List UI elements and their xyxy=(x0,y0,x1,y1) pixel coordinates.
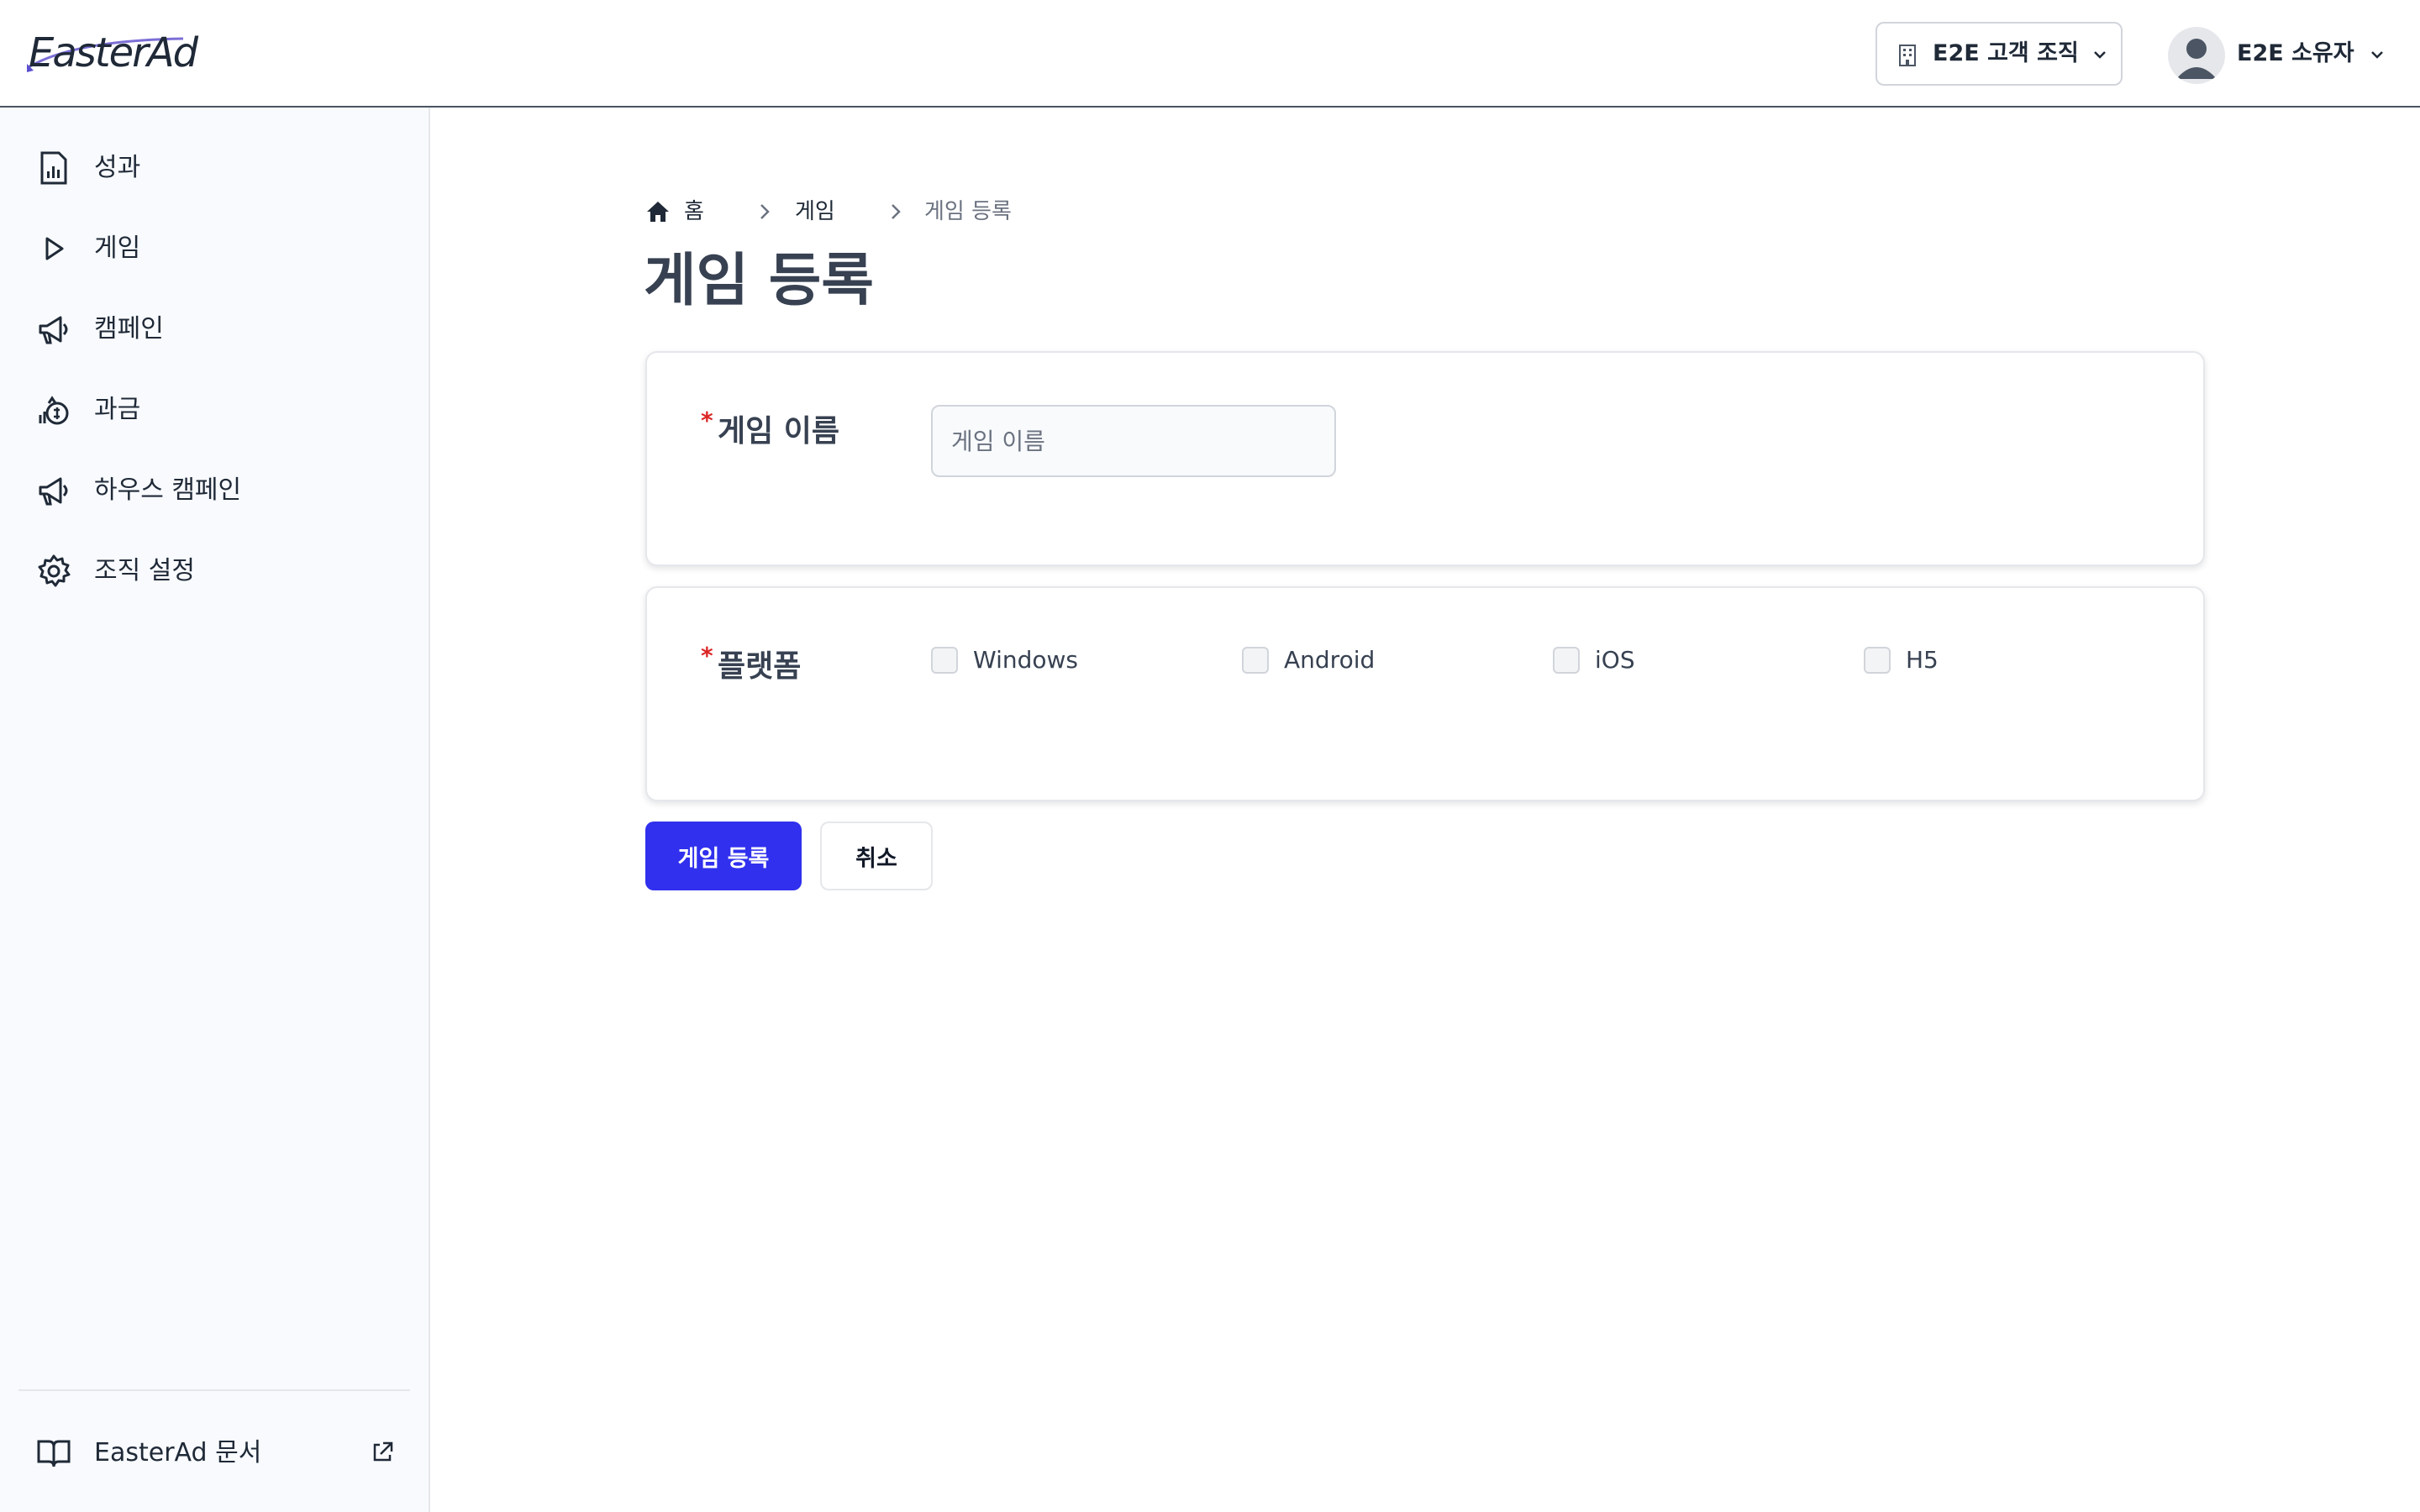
breadcrumb-home[interactable]: 홈 xyxy=(684,193,704,230)
game-name-label: 게임 이름 xyxy=(718,414,840,449)
register-game-button[interactable]: 게임 등록 xyxy=(645,822,802,890)
checkbox-box[interactable] xyxy=(1553,647,1580,674)
checkbox-label: H5 xyxy=(1906,646,1939,674)
platform-checkbox-ios[interactable]: iOS xyxy=(1553,643,1721,677)
report-chart-icon xyxy=(40,151,67,185)
checkbox-label: Windows xyxy=(973,646,1078,674)
docs-link-label: EasterAd 문서 xyxy=(94,1438,262,1467)
required-marker: * xyxy=(701,407,713,434)
page-title: 게임 등록 xyxy=(644,248,874,314)
megaphone-icon xyxy=(39,316,68,344)
sidebar-item-label: 캠페인 xyxy=(94,314,164,344)
chevron-right-icon xyxy=(892,204,901,219)
play-icon xyxy=(45,237,64,260)
megaphone-icon xyxy=(39,477,68,506)
platform-checkbox-windows[interactable]: Windows xyxy=(931,643,1133,677)
easterad-docs-link[interactable]: EasterAd 문서 xyxy=(18,1418,413,1488)
coins-icon xyxy=(39,396,69,425)
chevron-down-icon xyxy=(2371,51,2383,59)
breadcrumb-current: 게임 등록 xyxy=(924,199,1012,224)
sidebar-item-org-settings[interactable]: 조직 설정 xyxy=(18,536,413,606)
checkbox-box[interactable] xyxy=(1242,647,1269,674)
platform-checkbox-h5[interactable]: H5 xyxy=(1864,643,2032,677)
sidebar-item-games[interactable]: 게임 xyxy=(18,213,413,284)
breadcrumb-games[interactable]: 게임 xyxy=(795,193,835,230)
top-bar: EasterAd E2E 고객 조직 E2E 소유자 xyxy=(0,0,2420,108)
required-marker: * xyxy=(701,642,713,669)
platform-label: 플랫폼 xyxy=(718,649,802,684)
sidebar-item-label: 조직 설정 xyxy=(94,556,195,585)
platform-checkbox-android[interactable]: Android xyxy=(1242,643,1444,677)
chevron-right-icon xyxy=(760,204,770,219)
avatar-icon xyxy=(2168,27,2225,84)
sidebar-item-label: 하우스 캠페인 xyxy=(94,475,242,505)
user-menu[interactable]: E2E 소유자 xyxy=(2168,24,2395,87)
logo-text: EasterAd xyxy=(29,29,198,76)
sidebar-item-label: 성과 xyxy=(94,153,141,182)
game-name-card: * 게임 이름 xyxy=(645,351,2205,566)
easterad-logo[interactable]: EasterAd xyxy=(27,25,198,81)
external-link-icon xyxy=(373,1441,393,1462)
checkbox-label: iOS xyxy=(1595,646,1635,674)
checkbox-label: Android xyxy=(1284,646,1376,674)
sidebar-item-performance[interactable]: 성과 xyxy=(18,133,413,203)
breadcrumb: 홈 게임 게임 등록 xyxy=(645,193,1150,230)
sidebar-item-house-campaigns[interactable]: 하우스 캠페인 xyxy=(18,455,413,526)
building-icon xyxy=(1899,45,1916,66)
sidebar-item-label: 게임 xyxy=(94,234,141,263)
checkbox-box[interactable] xyxy=(1864,647,1891,674)
home-icon[interactable] xyxy=(645,200,671,223)
sidebar-item-campaigns[interactable]: 캠페인 xyxy=(18,294,413,365)
sidebar: 성과 게임 캠페인 과금 하우스 캠페인 조직 설정 EasterAd 문서 xyxy=(0,108,430,1512)
gear-icon xyxy=(38,554,71,587)
sidebar-item-label: 과금 xyxy=(94,395,141,424)
organization-name: E2E 고객 조직 xyxy=(1933,40,2079,66)
user-name: E2E 소유자 xyxy=(2237,40,2354,66)
cancel-button[interactable]: 취소 xyxy=(820,822,933,890)
checkbox-box[interactable] xyxy=(931,647,958,674)
sidebar-divider xyxy=(18,1389,410,1391)
sidebar-item-billing[interactable]: 과금 xyxy=(18,375,413,445)
platform-card: * 플랫폼 Windows Android iOS H5 xyxy=(645,586,2205,801)
chevron-down-icon xyxy=(2094,51,2106,59)
game-name-input[interactable] xyxy=(931,405,1336,477)
organization-selector[interactable]: E2E 고객 조직 xyxy=(1876,22,2123,86)
book-icon xyxy=(37,1440,71,1467)
